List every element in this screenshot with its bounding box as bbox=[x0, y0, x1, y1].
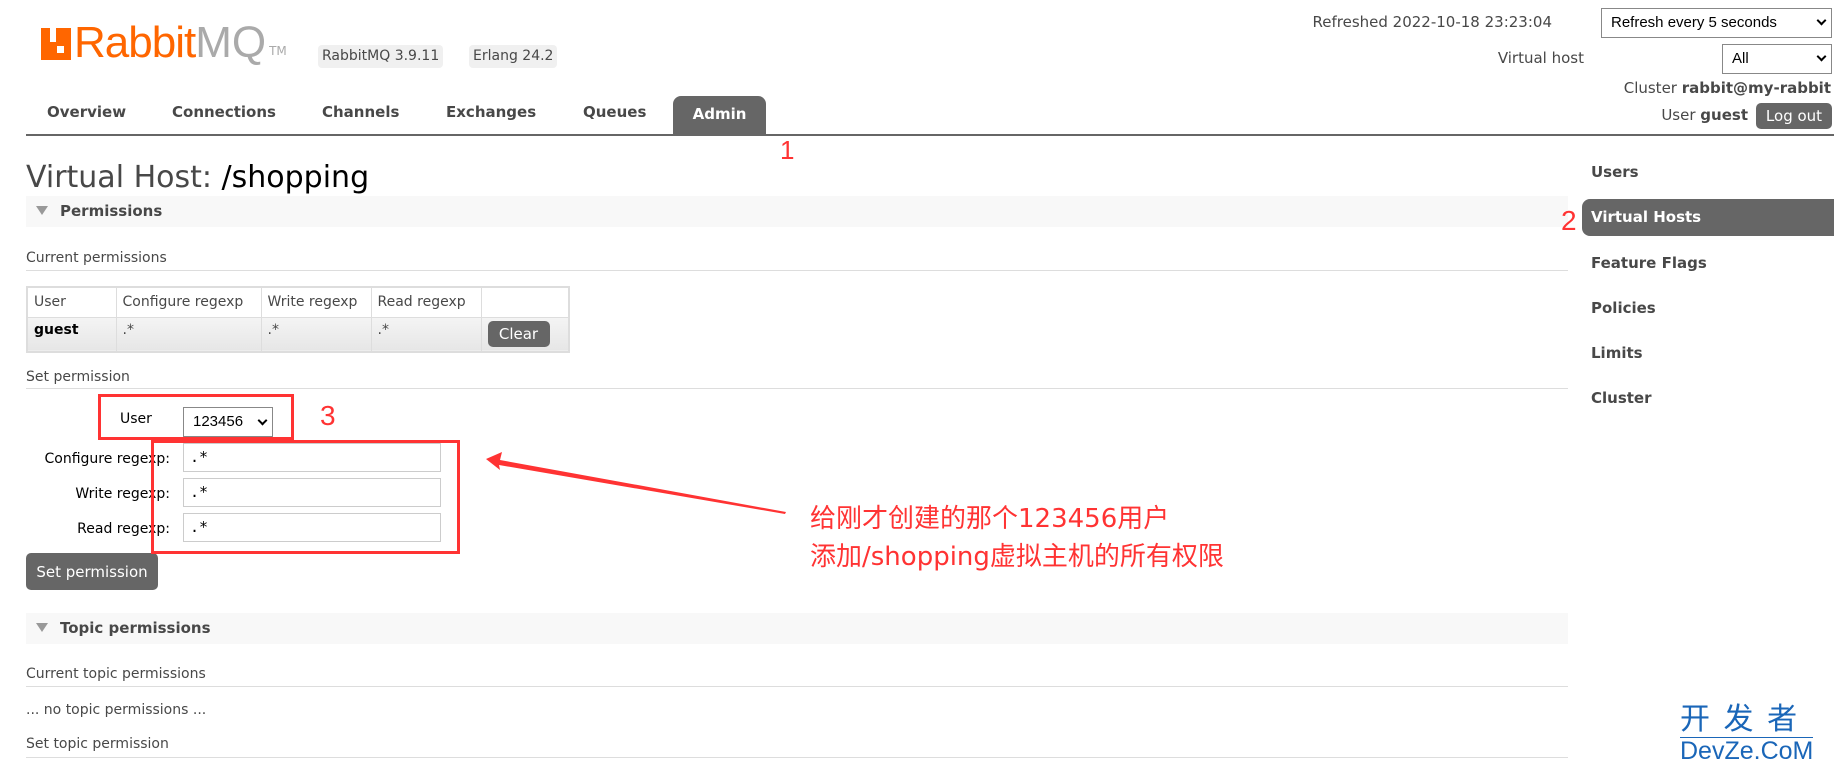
divider bbox=[26, 686, 1568, 687]
arrow-icon bbox=[486, 452, 786, 514]
sidebar-item-users[interactable]: Users bbox=[1591, 163, 1639, 181]
sidebar-item-limits[interactable]: Limits bbox=[1591, 344, 1643, 362]
current-topic-permissions-heading: Current topic permissions bbox=[26, 666, 206, 682]
no-topic-permissions-text: ... no topic permissions ... bbox=[26, 702, 207, 718]
topic-permissions-section-header[interactable]: Topic permissions bbox=[26, 613, 1568, 644]
annotation-marker-2: 2 bbox=[1561, 205, 1577, 236]
sidebar-item-policies[interactable]: Policies bbox=[1591, 299, 1656, 317]
annotation-note-line2: 添加/shopping虚拟主机的所有权限 bbox=[810, 542, 1224, 572]
watermark-logo: 开 发 者 bbox=[1680, 702, 1800, 737]
sidebar-item-virtual-hosts[interactable]: Virtual Hosts bbox=[1582, 199, 1834, 236]
collapse-triangle-icon bbox=[36, 623, 48, 632]
annotation-arrow bbox=[486, 452, 786, 514]
watermark-domain: DevZe.CoM bbox=[1680, 737, 1814, 765]
divider bbox=[26, 757, 1568, 758]
sidebar-item-feature-flags[interactable]: Feature Flags bbox=[1591, 254, 1707, 272]
set-topic-permission-heading: Set topic permission bbox=[26, 736, 169, 752]
annotation-note-line1: 给刚才创建的那个123456用户 bbox=[810, 504, 1170, 534]
sidebar-item-cluster[interactable]: Cluster bbox=[1591, 389, 1652, 407]
